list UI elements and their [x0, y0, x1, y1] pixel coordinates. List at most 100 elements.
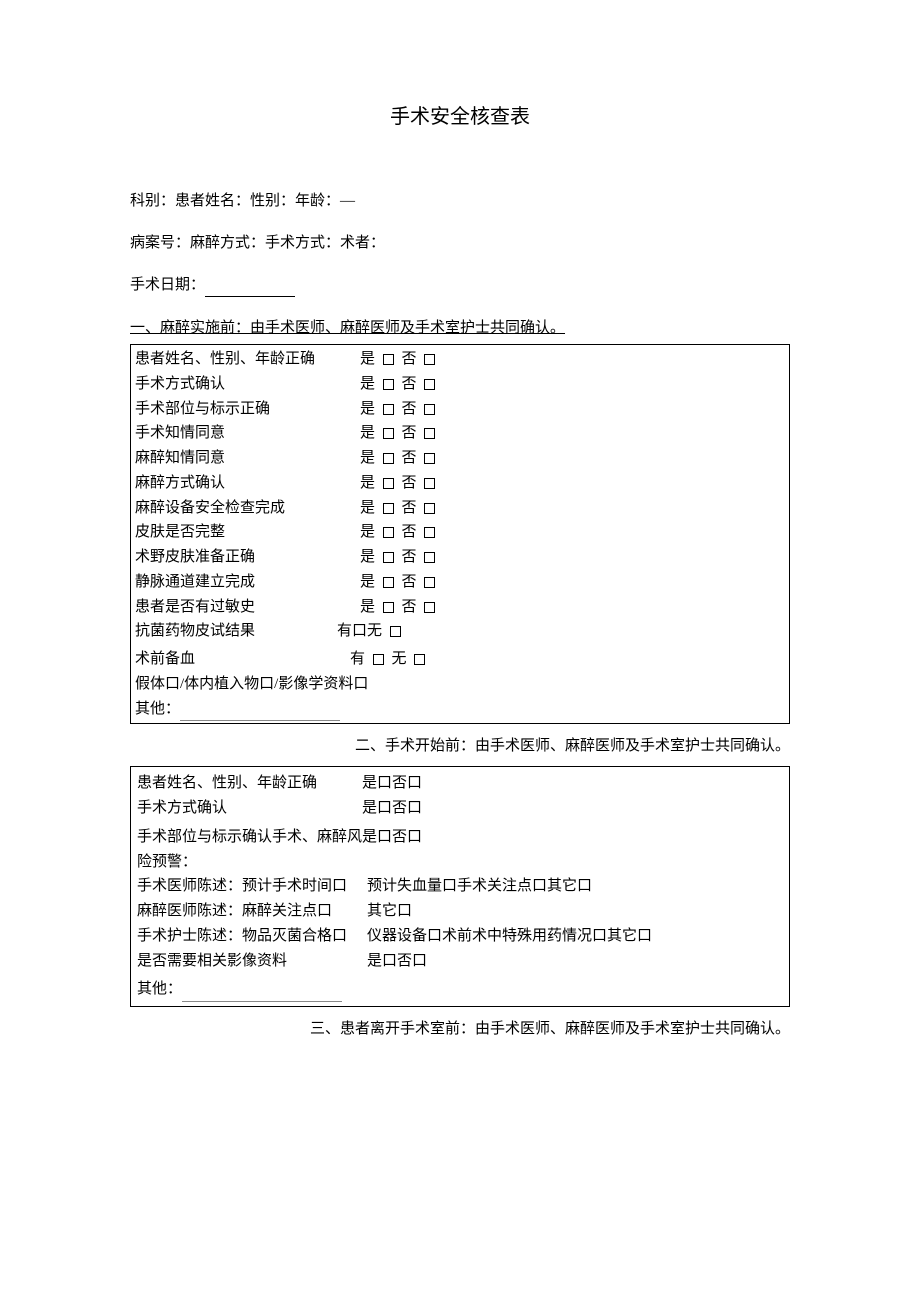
opt-no: 否: [402, 401, 417, 417]
checkbox-yes[interactable]: [383, 577, 394, 588]
check-row: 皮肤是否完整 是 否: [135, 520, 785, 545]
check-label: 麻醉知情同意: [135, 446, 360, 471]
checkbox[interactable]: [390, 626, 401, 637]
page-title: 手术安全核查表: [130, 100, 790, 129]
checkbox-yes[interactable]: [383, 478, 394, 489]
check-options: 是 否: [360, 347, 785, 372]
checkbox-yes[interactable]: [383, 354, 394, 365]
other-input[interactable]: [182, 987, 342, 1002]
opt-yes: 是: [360, 500, 375, 516]
check-row-skin-test: 抗菌药物皮试结果 有口无: [135, 619, 785, 644]
checkbox-no[interactable]: [424, 354, 435, 365]
check-options: 是 否: [360, 595, 785, 620]
check-label: 手术护士陈述：物品灭菌合格口: [137, 924, 367, 949]
header-line-3: 手术日期：: [130, 273, 790, 297]
checkbox-no[interactable]: [424, 428, 435, 439]
checkbox-yes[interactable]: [383, 379, 394, 390]
checkbox-no[interactable]: [424, 503, 435, 514]
opt-yes: 有: [350, 651, 365, 667]
opt-yes: 是: [360, 574, 375, 590]
other-label: 其他：: [135, 701, 180, 717]
check-row: 术野皮肤准备正确 是 否: [135, 545, 785, 570]
checkbox-no[interactable]: [424, 379, 435, 390]
check-label: 手术部位与标示确认手术、麻醉风: [137, 825, 362, 850]
header-line-2: 病案号：麻醉方式：手术方式：术者：: [130, 231, 790, 255]
check-label: 手术方式确认: [135, 372, 360, 397]
surgery-date-input[interactable]: [205, 279, 295, 297]
opt-no: 否: [402, 524, 417, 540]
check-row: 手术部位与标示正确 是 否: [135, 397, 785, 422]
check-label: 麻醉设备安全检查完成: [135, 496, 360, 521]
opt-no: 否: [402, 376, 417, 392]
check-row-other: 其他：: [135, 697, 785, 722]
other-input[interactable]: [180, 706, 340, 721]
opt-no: 否: [402, 425, 417, 441]
checkbox-no[interactable]: [424, 552, 435, 563]
check-row: 麻醉方式确认 是 否: [135, 471, 785, 496]
checkbox-yes[interactable]: [383, 404, 394, 415]
check-options: 是 否: [360, 471, 785, 496]
check-label: 手术知情同意: [135, 421, 360, 446]
checkbox-no[interactable]: [414, 654, 425, 665]
check-options: 有口无: [337, 619, 785, 644]
checkbox-no[interactable]: [424, 453, 435, 464]
check-row-anesth: 麻醉医师陈述：麻醉关注点口 其它口: [137, 899, 783, 924]
checkbox-yes[interactable]: [383, 527, 394, 538]
checkbox-yes[interactable]: [383, 602, 394, 613]
checkbox-yes[interactable]: [383, 453, 394, 464]
check-label: 麻醉医师陈述：麻醉关注点口: [137, 899, 367, 924]
check-options: 是 否: [360, 397, 785, 422]
check-row: 麻醉知情同意 是 否: [135, 446, 785, 471]
checkbox-no[interactable]: [424, 527, 435, 538]
check-row-risk: 手术部位与标示确认手术、麻醉风 是口否口: [137, 825, 783, 850]
check-options: 是 否: [360, 496, 785, 521]
checkbox-yes[interactable]: [383, 552, 394, 563]
opt-no: 否: [402, 351, 417, 367]
opt-yes: 是: [360, 599, 375, 615]
check-row-risk-cont: 险预警：: [137, 850, 783, 875]
checkbox-yes[interactable]: [383, 503, 394, 514]
check-row-surgeon: 手术医师陈述：预计手术时间口 预计失血量口手术关注点口其它口: [137, 874, 783, 899]
check-label: 患者姓名、性别、年龄正确: [135, 347, 360, 372]
check-row: 手术方式确认 是 否: [135, 372, 785, 397]
section-1-heading: 一、麻醉实施前：由手术医师、麻醉医师及手术室护士共同确认。: [130, 315, 790, 342]
check-row: 患者姓名、性别、年龄正确 是口否口: [137, 771, 783, 796]
check-options: 是 否: [360, 570, 785, 595]
check-options: 预计失血量口手术关注点口其它口: [367, 874, 783, 899]
check-options: 是 否: [360, 520, 785, 545]
check-label: 患者是否有过敏史: [135, 595, 360, 620]
opt-yes: 是: [360, 401, 375, 417]
opt-no: 否: [402, 475, 417, 491]
check-row: 手术方式确认 是口否口: [137, 796, 783, 821]
check-row: 患者是否有过敏史 是 否: [135, 595, 785, 620]
opt-no: 否: [402, 574, 417, 590]
opt-yes: 是: [360, 549, 375, 565]
opt-yes: 是: [360, 450, 375, 466]
section-3-heading: 三、患者离开手术室前：由手术医师、麻醉医师及手术室护士共同确认。: [130, 1017, 790, 1041]
check-options: 仪器设备口术前术中特殊用药情况口其它口: [367, 924, 783, 949]
checkbox-yes[interactable]: [383, 428, 394, 439]
check-row: 麻醉设备安全检查完成 是 否: [135, 496, 785, 521]
check-options: 是 否: [360, 545, 785, 570]
checkbox-no[interactable]: [424, 404, 435, 415]
check-label: 手术部位与标示正确: [135, 397, 360, 422]
checkbox-no[interactable]: [424, 577, 435, 588]
surgery-date-label: 手术日期：: [130, 277, 205, 293]
opt-no: 否: [402, 549, 417, 565]
opt-text: 有口无: [337, 623, 382, 639]
section-2-table: 患者姓名、性别、年龄正确 是口否口 手术方式确认 是口否口 手术部位与标示确认手…: [130, 766, 790, 1007]
section-1-table: 患者姓名、性别、年龄正确 是 否 手术方式确认 是 否 手术部位与标示正确 是 …: [130, 344, 790, 724]
check-row-nurse: 手术护士陈述：物品灭菌合格口 仪器设备口术前术中特殊用药情况口其它口: [137, 924, 783, 949]
opt-yes: 是: [360, 524, 375, 540]
check-row-other: 其他：: [137, 977, 783, 1002]
check-options: 有 无: [350, 647, 785, 672]
check-options: 其它口: [367, 899, 783, 924]
checkbox-no[interactable]: [424, 602, 435, 613]
check-label: 皮肤是否完整: [135, 520, 360, 545]
checkbox-yes[interactable]: [373, 654, 384, 665]
check-options: 是 否: [360, 372, 785, 397]
opt-no: 否: [402, 450, 417, 466]
check-label: 麻醉方式确认: [135, 471, 360, 496]
opt-no: 无: [392, 651, 407, 667]
checkbox-no[interactable]: [424, 478, 435, 489]
